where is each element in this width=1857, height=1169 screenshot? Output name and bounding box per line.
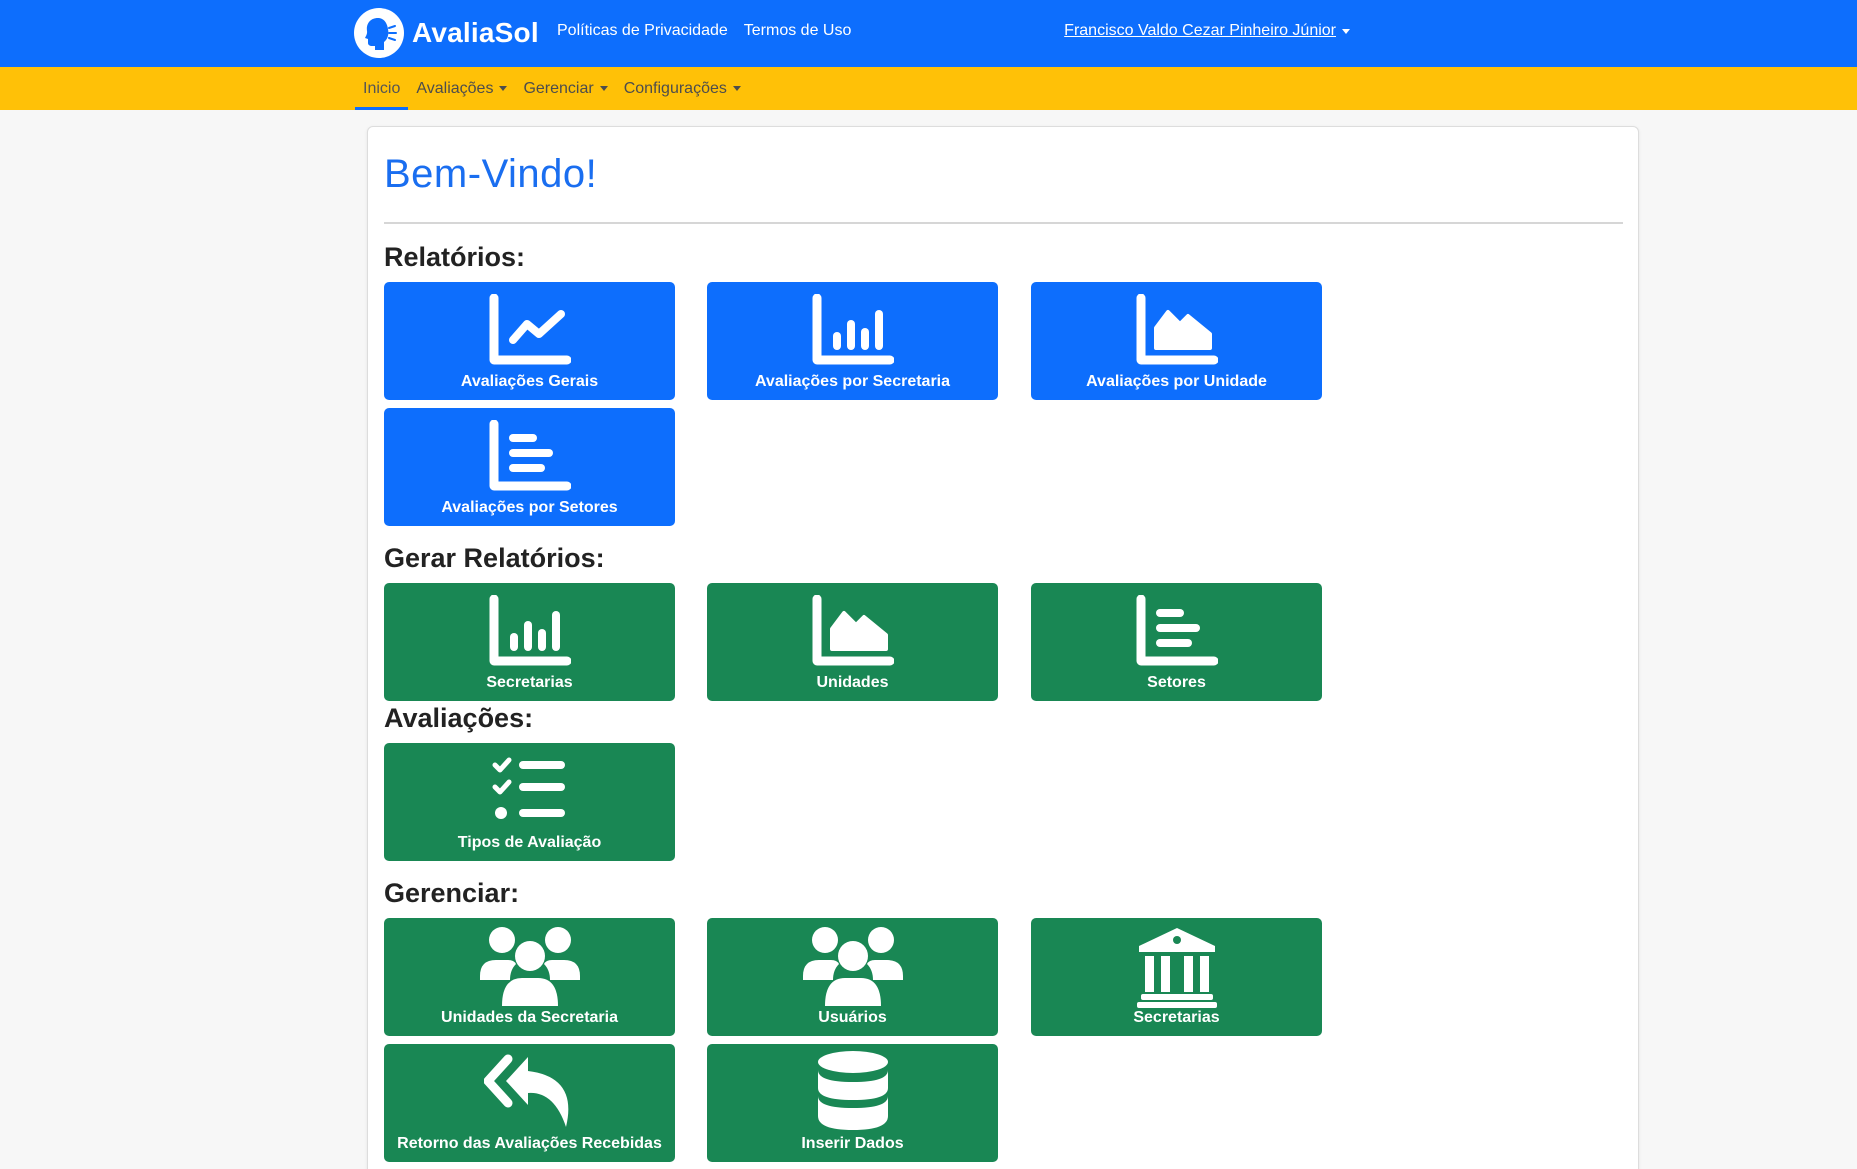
nav-inicio-label: Inicio	[363, 79, 401, 97]
nav-configuracoes-label: Configurações	[623, 79, 727, 97]
caret-down-icon	[599, 86, 608, 91]
brand-name: AvaliaSol	[412, 17, 539, 48]
tile-label: Usuários	[818, 1009, 887, 1026]
tile-gerar-secretarias[interactable]: Secretarias	[384, 583, 675, 701]
tile-label: Secretarias	[1133, 1009, 1220, 1026]
caret-down-icon	[499, 86, 508, 91]
tile-label: Avaliações Gerais	[460, 373, 599, 390]
tile-label: Retorno das Avaliações Recebidas	[397, 1135, 662, 1152]
tile-usuarios[interactable]: Usuários	[707, 918, 998, 1036]
caret-down-icon	[1342, 28, 1350, 34]
top-navbar: AvaliaSol Políticas de Privacidade Termo…	[0, 0, 1857, 67]
tile-label: Unidades	[816, 674, 889, 691]
brand[interactable]: AvaliaSol	[354, 8, 539, 58]
tile-label: Avaliações por Unidade	[1086, 373, 1267, 390]
chart-bar-icon	[489, 591, 571, 671]
nav-gerenciar-label: Gerenciar	[523, 79, 594, 97]
tile-secretarias[interactable]: Secretarias	[1031, 918, 1322, 1036]
secondary-navbar: Inicio Avaliações Gerenciar Configuraçõe…	[0, 67, 1857, 110]
user-menu[interactable]: Francisco Valdo Cezar Pinheiro Júnior	[1064, 22, 1350, 40]
tile-label: Unidades da Secretaria	[441, 1009, 618, 1026]
tile-inserir-dados[interactable]: Inserir Dados	[707, 1044, 998, 1162]
secondary-nav: Inicio Avaliações Gerenciar Configuraçõe…	[355, 67, 749, 110]
privacy-policy-link[interactable]: Políticas de Privacidade	[557, 22, 728, 40]
tile-avaliacoes-gerais[interactable]: Avaliações Gerais	[384, 282, 675, 400]
top-links: Políticas de Privacidade Termos de Uso	[557, 22, 851, 40]
tile-label: Setores	[1147, 674, 1206, 691]
section-title-relatorios: Relatórios:	[384, 242, 526, 272]
terms-of-use-link[interactable]: Termos de Uso	[744, 22, 852, 40]
checklist-icon	[489, 751, 571, 831]
section-title-avaliacoes: Avaliações:	[384, 703, 534, 733]
database-icon	[816, 1051, 890, 1132]
caret-down-icon	[732, 86, 741, 91]
nav-avaliacoes[interactable]: Avaliações	[408, 67, 515, 110]
tile-label: Avaliações por Setores	[441, 499, 618, 516]
users-icon	[478, 926, 582, 1006]
divider	[384, 222, 1623, 224]
tile-avaliacoes-por-unidade[interactable]: Avaliações por Unidade	[1031, 282, 1322, 400]
landmark-icon	[1135, 926, 1219, 1008]
section-title-gerar-relatorios: Gerar Relatórios:	[384, 543, 605, 573]
users-icon	[801, 926, 905, 1006]
page-title: Bem-Vindo!	[384, 152, 598, 196]
tile-avaliacoes-por-setores[interactable]: Avaliações por Setores	[384, 408, 675, 526]
user-name: Francisco Valdo Cezar Pinheiro Júnior	[1064, 22, 1336, 39]
chart-hbar-icon	[489, 416, 571, 496]
speaking-head-icon	[354, 8, 404, 58]
tile-gerar-setores[interactable]: Setores	[1031, 583, 1322, 701]
tile-label: Avaliações por Secretaria	[754, 373, 951, 390]
chart-area-icon	[1136, 290, 1218, 370]
tile-unidades-da-secretaria[interactable]: Unidades da Secretaria	[384, 918, 675, 1036]
chart-line-icon	[489, 290, 571, 370]
tile-tipos-de-avaliacao[interactable]: Tipos de Avaliação	[384, 743, 675, 861]
reply-all-icon	[483, 1052, 576, 1132]
nav-configuracoes[interactable]: Configurações	[616, 67, 749, 110]
nav-gerenciar[interactable]: Gerenciar	[515, 67, 615, 110]
nav-inicio[interactable]: Inicio	[355, 67, 409, 110]
tile-gerar-unidades[interactable]: Unidades	[707, 583, 998, 701]
chart-bar-icon	[812, 290, 894, 370]
tile-retorno-avaliacoes[interactable]: Retorno das Avaliações Recebidas	[384, 1044, 675, 1162]
tile-label: Secretarias	[486, 674, 573, 691]
nav-avaliacoes-label: Avaliações	[416, 79, 494, 97]
chart-area-icon	[812, 591, 894, 671]
tile-avaliacoes-por-secretaria[interactable]: Avaliações por Secretaria	[707, 282, 998, 400]
tile-label: Inserir Dados	[801, 1135, 904, 1152]
chart-hbar-icon	[1136, 591, 1218, 671]
tile-label: Tipos de Avaliação	[457, 834, 602, 851]
section-title-gerenciar: Gerenciar:	[384, 878, 520, 908]
